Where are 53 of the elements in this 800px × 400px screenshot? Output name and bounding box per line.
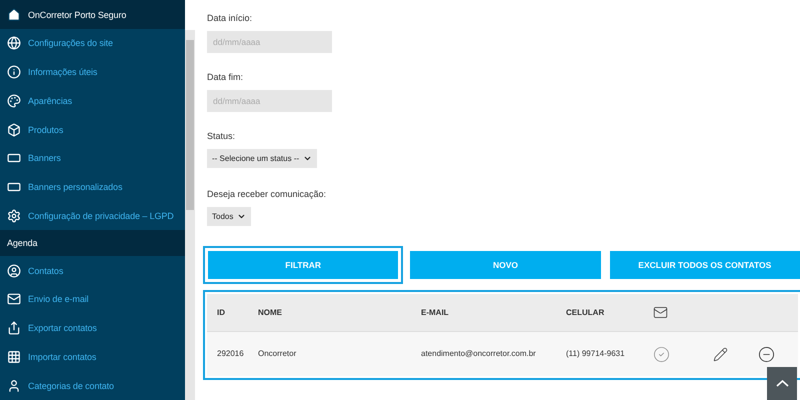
sidebar-item[interactable]: Categorias de contato (0, 371, 185, 400)
scroll-top-button[interactable] (767, 367, 797, 400)
field-label: Deseja receber comunicação: (207, 189, 328, 199)
select-dropdown[interactable]: Todos (207, 207, 252, 226)
field-label: Data início: (207, 13, 254, 23)
person-icon (7, 378, 21, 393)
column-header: E-MAIL (421, 306, 450, 318)
remove-icon[interactable] (758, 346, 775, 362)
mail-icon (7, 292, 21, 306)
action-button[interactable]: EXCLUIR TODOS OS CONTATOS (610, 251, 800, 279)
column-header: ID (217, 306, 226, 318)
sidebar-item[interactable]: Banners personalizados (0, 172, 185, 202)
home-icon (7, 8, 21, 22)
sidebar-item[interactable]: Produtos (0, 115, 185, 144)
sidebar-item[interactable]: Configuração de privacidade – LGPD (0, 201, 185, 230)
sidebar-item[interactable]: Exportar contatos (0, 314, 185, 343)
sidebar-item[interactable]: Informações úteis (0, 58, 185, 87)
column-header: CELULAR (566, 306, 606, 318)
chevron-up-icon (776, 380, 788, 387)
globe-icon (7, 36, 21, 50)
action-button[interactable]: NOVO (410, 251, 601, 279)
gear-icon (7, 208, 21, 223)
table-cell-text: (11) 99714-9631 (566, 348, 626, 360)
field-label: Data fim: (207, 72, 244, 82)
share-icon (7, 321, 21, 336)
table-cell: atendimento@oncorretor.com.br (421, 348, 536, 360)
sidebar-item[interactable]: Importar contatos (0, 342, 185, 372)
palette-icon (7, 94, 21, 108)
box-icon (7, 122, 21, 137)
info-icon (7, 65, 21, 80)
sidebar-item[interactable]: Aparências (0, 86, 185, 116)
date-field[interactable]: dd/mm/aaaa (207, 31, 332, 53)
sidebar-item[interactable]: Envio de e-mail (0, 285, 185, 314)
contact-icon (7, 264, 21, 278)
edit-icon[interactable] (713, 346, 728, 362)
date-field[interactable]: dd/mm/aaaa (207, 90, 332, 112)
column-header: NOME (258, 306, 283, 318)
mail-icon (653, 305, 668, 320)
sidebar-item[interactable]: Contatos (0, 256, 185, 286)
section-header: Agenda (0, 230, 185, 256)
chevron-down-icon (237, 212, 246, 221)
sidebar-item[interactable]: Banners (0, 144, 185, 173)
action-button[interactable]: FILTRAR (205, 248, 402, 282)
check-icon[interactable] (653, 346, 670, 362)
table-cell-text: 292016 (217, 348, 245, 360)
site-title[interactable]: OnCorretor Porto Seguro (0, 0, 185, 30)
grid-icon (7, 350, 21, 364)
chevron-down-icon (303, 154, 312, 163)
table-cell-text: Oncorretor (258, 348, 298, 360)
scrollbar[interactable] (185, 30, 195, 400)
sidebar-item[interactable]: Configurações do site (0, 29, 185, 58)
field-label: Status: (207, 131, 236, 141)
select-dropdown[interactable]: -- Selecione um status -- (207, 149, 318, 168)
